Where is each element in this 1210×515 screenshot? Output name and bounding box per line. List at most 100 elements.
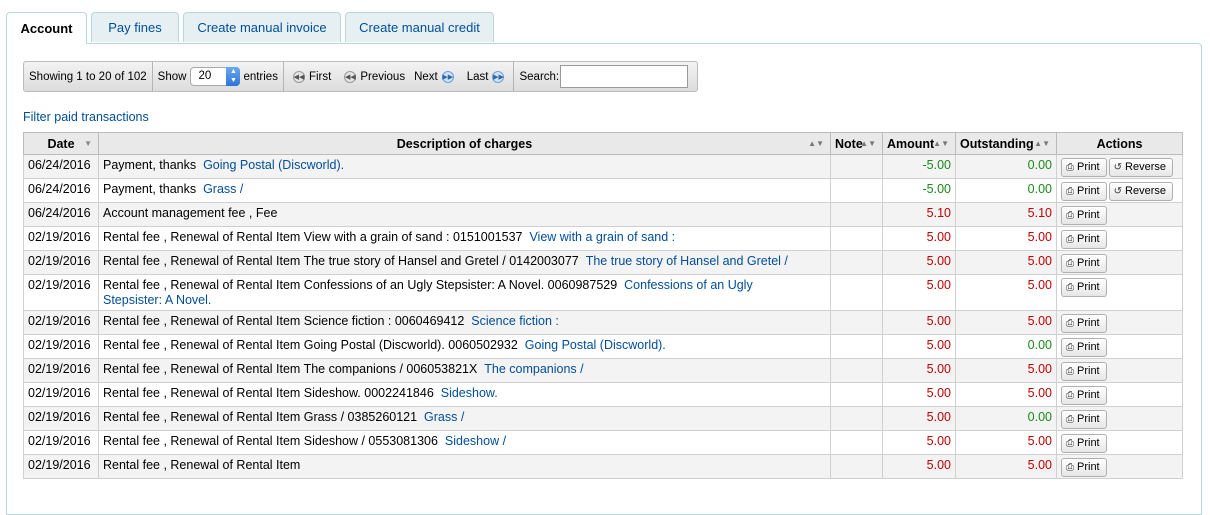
search-input[interactable] (560, 65, 689, 88)
cell-description: Payment, thanks Going Postal (Discworld)… (98, 154, 831, 179)
print-button[interactable]: ⎙ Print (1061, 182, 1107, 201)
cell-actions: ⎙ Print (1056, 334, 1183, 359)
reverse-button[interactable]: ↺ Reverse (1108, 182, 1173, 201)
table-row: 06/24/2016 Payment, thanks Going Postal (… (23, 154, 1183, 179)
item-title-link[interactable]: Sideshow. (441, 386, 498, 400)
print-button[interactable]: ⎙ Print (1061, 410, 1107, 429)
filter-paid-transactions-link[interactable]: Filter paid transactions (23, 110, 149, 124)
printer-icon: ⎙ (1066, 366, 1074, 377)
page-length-select[interactable]: 20 ▲ ▼ (190, 67, 241, 86)
cell-actions: ⎙ Print (1056, 358, 1183, 383)
cell-description: Rental fee , Renewal of Rental Item Goin… (98, 334, 831, 359)
cell-actions: ⎙ Print (1056, 310, 1183, 335)
cell-amount: 5.00 (882, 430, 956, 455)
header-description[interactable]: Description of charges ▲▼ (98, 132, 831, 155)
print-button[interactable]: ⎙ Print (1061, 434, 1107, 453)
cell-note (830, 454, 883, 479)
first-page-button[interactable]: ◀◀ First (289, 70, 332, 83)
cell-date: 02/19/2016 (23, 382, 99, 407)
cell-note (830, 202, 883, 227)
cell-description: Rental fee , Renewal of Rental Item (98, 454, 831, 479)
print-button[interactable]: ⎙ Print (1061, 206, 1107, 225)
account-table: Date ▼ Description of charges ▲▼ Note ▲▼ Am… (23, 132, 1183, 479)
showing-info-text: Showing 1 to 20 of 102 (29, 70, 147, 83)
cell-outstanding: 5.00 (955, 226, 1057, 251)
cell-amount: 5.00 (882, 334, 956, 359)
print-button[interactable]: ⎙ Print (1061, 362, 1107, 381)
header-outstanding[interactable]: Outstanding ▲▼ (955, 132, 1057, 155)
header-note-label: Note (835, 136, 863, 151)
print-button[interactable]: ⎙ Print (1061, 338, 1107, 357)
cell-note (830, 226, 883, 251)
page-length-control: Show 20 ▲ ▼ entries (153, 62, 284, 91)
item-title-link[interactable]: Science fiction : (471, 314, 559, 328)
cell-outstanding: 0.00 (955, 154, 1057, 179)
reverse-label: Reverse (1125, 161, 1166, 173)
cell-note (830, 358, 883, 383)
charge-description: Rental fee , Renewal of Rental Item View… (103, 230, 523, 244)
printer-icon: ⎙ (1066, 342, 1074, 353)
print-button[interactable]: ⎙ Print (1061, 158, 1107, 177)
charge-description: Rental fee , Renewal of Rental Item Conf… (103, 278, 618, 292)
table-row: 02/19/2016 Rental fee , Renewal of Rental… (23, 226, 1183, 251)
table-row: 06/24/2016 Payment, thanks Grass / -5.00 0.… (23, 178, 1183, 203)
item-title-link[interactable]: Confessions of an Ugly (624, 278, 753, 292)
item-title-link[interactable]: View with a grain of sand : (529, 230, 675, 244)
next-page-button[interactable]: Next ▶▶ (414, 70, 458, 83)
reverse-button[interactable]: ↺ Reverse (1108, 158, 1173, 177)
table-row: 02/19/2016 Rental fee , Renewal of Rental… (23, 250, 1183, 275)
table-row: 02/19/2016 Rental fee , Renewal of Rental… (23, 382, 1183, 407)
print-button[interactable]: ⎙ Print (1061, 386, 1107, 405)
print-label: Print (1077, 233, 1100, 245)
first-page-icon: ◀◀ (292, 70, 305, 83)
cell-note (830, 430, 883, 455)
printer-icon: ⎙ (1066, 318, 1074, 329)
last-page-button[interactable]: Last ▶▶ (467, 70, 509, 83)
previous-page-button[interactable]: ◀◀ Previous (340, 70, 405, 83)
printer-icon: ⎙ (1066, 234, 1074, 245)
cell-actions: ⎙ Print (1056, 226, 1183, 251)
cell-actions: ⎙ Print (1056, 406, 1183, 431)
item-title-link[interactable]: The companions / (484, 362, 583, 376)
search-control: Search: (514, 62, 693, 91)
tab-create-manual-credit[interactable]: Create manual credit (345, 12, 494, 42)
header-note[interactable]: Note ▲▼ (830, 132, 883, 155)
item-title-link[interactable]: Grass / (424, 410, 464, 424)
page-length-value: 20 (198, 70, 212, 82)
cell-date: 02/19/2016 (23, 334, 99, 359)
table-row: 02/19/2016 Rental fee , Renewal of Rental… (23, 454, 1183, 479)
tab-account[interactable]: Account (6, 12, 87, 44)
sort-both-icon: ▲▼ (808, 139, 824, 148)
printer-icon: ⎙ (1066, 438, 1074, 449)
sort-both-icon: ▲▼ (1034, 139, 1050, 148)
first-label: First (308, 70, 332, 83)
print-button[interactable]: ⎙ Print (1061, 230, 1107, 249)
tab-bar: Account Pay fines Create manual invoice … (6, 12, 498, 44)
cell-date: 06/24/2016 (23, 202, 99, 227)
header-amount[interactable]: Amount ▲▼ (882, 132, 956, 155)
cell-date: 02/19/2016 (23, 250, 99, 275)
print-label: Print (1077, 281, 1100, 293)
print-button[interactable]: ⎙ Print (1061, 278, 1107, 297)
item-title-link[interactable]: Going Postal (Discworld). (203, 158, 344, 172)
print-button[interactable]: ⎙ Print (1061, 458, 1107, 477)
print-button[interactable]: ⎙ Print (1061, 314, 1107, 333)
cell-description: Rental fee , Renewal of Rental Item Scie… (98, 310, 831, 335)
tab-create-manual-invoice[interactable]: Create manual invoice (183, 12, 341, 42)
print-button[interactable]: ⎙ Print (1061, 254, 1107, 273)
header-date[interactable]: Date ▼ (23, 132, 99, 155)
item-title-link[interactable]: Sideshow / (445, 434, 506, 448)
charge-description: Rental fee , Renewal of Rental Item Side… (103, 434, 438, 448)
tab-pay-fines[interactable]: Pay fines (91, 12, 179, 42)
cell-description: Rental fee , Renewal of Rental Item Conf… (98, 274, 831, 311)
cell-amount: 5.00 (882, 226, 956, 251)
cell-note (830, 382, 883, 407)
item-title-link-cont[interactable]: Stepsister: A Novel. (103, 293, 211, 307)
header-actions: Actions (1056, 132, 1183, 155)
item-title-link[interactable]: Grass / (203, 182, 243, 196)
cell-actions: ⎙ Print (1056, 454, 1183, 479)
item-title-link[interactable]: The true story of Hansel and Gretel / (586, 254, 788, 268)
table-header-row: Date ▼ Description of charges ▲▼ Note ▲▼ Am… (23, 132, 1183, 155)
cell-date: 02/19/2016 (23, 454, 99, 479)
item-title-link[interactable]: Going Postal (Discworld). (525, 338, 666, 352)
